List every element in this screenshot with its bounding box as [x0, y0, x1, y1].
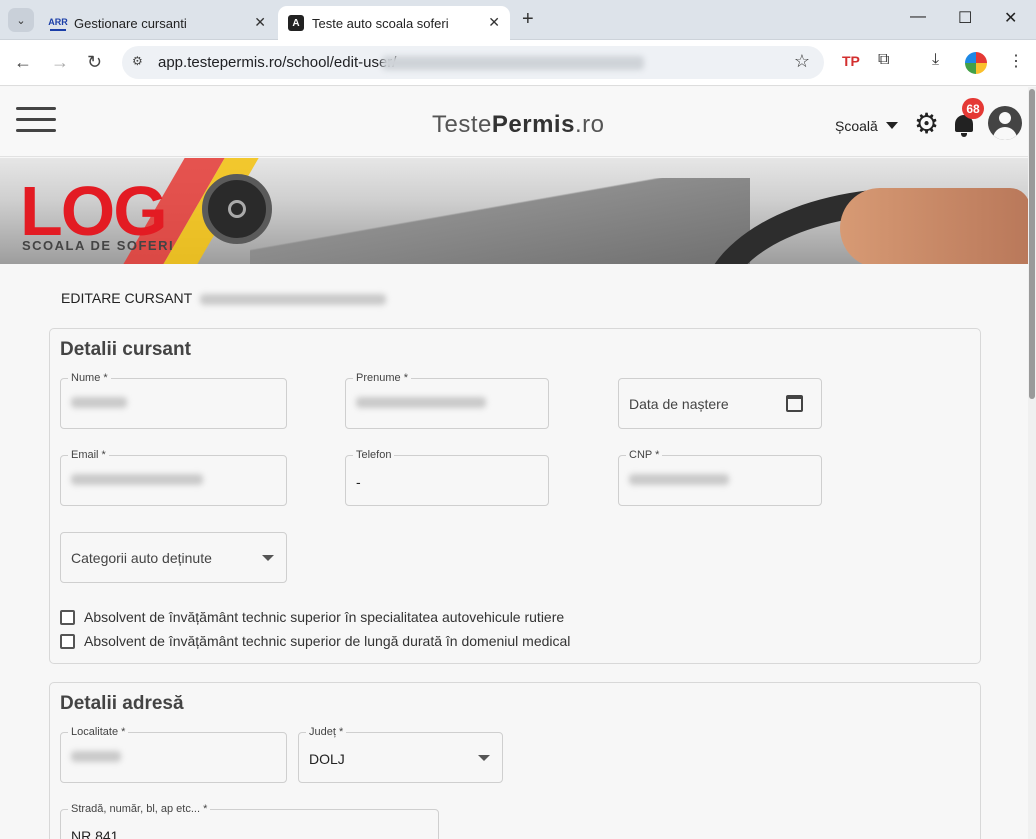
birthdate-field[interactable]: Data de naștere	[618, 378, 822, 429]
bookmark-star-icon[interactable]: ☆	[794, 51, 810, 72]
forward-arrow-icon[interactable]: →	[51, 52, 69, 73]
gear-icon[interactable]: ⚙	[914, 110, 939, 138]
tab-title: Gestionare cursanti	[74, 15, 187, 31]
section-title: Detalii adresă	[60, 693, 184, 714]
close-window-icon[interactable]: ✕	[1004, 8, 1017, 28]
email-field[interactable]: Email *	[60, 449, 287, 506]
browser-menu-icon[interactable]: ⋮	[1008, 51, 1024, 71]
tab-favicon-icon: ARR	[48, 15, 68, 31]
hand-image	[840, 188, 1028, 264]
new-tab-button[interactable]: +	[522, 8, 534, 31]
minimize-icon[interactable]: —	[910, 8, 926, 26]
field-label: Județ *	[306, 726, 347, 738]
dropdown-arrow-icon[interactable]	[478, 755, 490, 761]
tab-title: Teste auto scoala soferi	[312, 15, 449, 31]
download-icon[interactable]: ⤓	[932, 51, 939, 69]
school-menu-label[interactable]: Școală	[835, 118, 878, 134]
extension-tp-icon[interactable]: TP	[842, 53, 860, 69]
field-label: Stradă, număr, bl, ap etc... *	[68, 803, 211, 815]
brand-suffix: .ro	[574, 111, 605, 138]
field-label: Nume *	[68, 372, 111, 384]
nume-value-redacted	[71, 397, 127, 408]
tab-close-icon[interactable]: ✕	[254, 14, 266, 31]
field-label: Telefon	[353, 449, 395, 461]
page-title-text: EDITARE CURSANT	[61, 290, 192, 306]
section-title: Detalii cursant	[60, 339, 191, 360]
checkbox-label: Absolvent de învățământ technic superior…	[84, 609, 565, 625]
page-scrollbar[interactable]	[1028, 87, 1036, 839]
reload-icon[interactable]: ↻	[87, 52, 102, 73]
road-image	[250, 178, 750, 264]
field-label: CNP *	[626, 449, 663, 461]
checkbox-medical[interactable]: Absolvent de învățământ technic superior…	[60, 633, 570, 649]
app-header: TestePermis.ro Școală ⚙	[0, 87, 1028, 157]
url-redacted	[382, 56, 644, 70]
brand-light: Teste	[432, 111, 492, 138]
field-placeholder: Data de naștere	[629, 396, 729, 412]
address-details-card: Detalii adresă Localitate * Județ * DOLJ…	[49, 682, 981, 839]
extensions-puzzle-icon[interactable]: ⧉	[878, 51, 889, 69]
localitate-field[interactable]: Localitate *	[60, 726, 287, 783]
localitate-value-redacted	[71, 751, 121, 762]
account-avatar-icon[interactable]	[988, 106, 1022, 140]
site-info-icon[interactable]: ⚙	[132, 54, 143, 68]
hero-banner: LOG SCOALA DE SOFERI	[0, 158, 1028, 264]
telefon-value: -	[356, 474, 361, 490]
tab-favicon-icon: A	[288, 15, 304, 31]
categories-select[interactable]: Categorii auto deținute	[60, 532, 287, 583]
judet-value: DOLJ	[309, 751, 345, 767]
nume-field[interactable]: Nume *	[60, 372, 287, 429]
page-title: EDITARE CURSANT	[61, 290, 386, 306]
prenume-field[interactable]: Prenume *	[345, 372, 549, 429]
strada-field[interactable]: Stradă, număr, bl, ap etc... * NR.841	[60, 803, 439, 839]
tab-teste-auto[interactable]: A Teste auto scoala soferi ✕	[278, 6, 510, 40]
prenume-value-redacted	[356, 397, 486, 408]
field-label: Localitate *	[68, 726, 129, 738]
hamburger-menu-icon[interactable]	[16, 107, 56, 133]
address-bar[interactable]: ⚙ app.testepermis.ro/school/edit-user/ ☆	[122, 46, 824, 79]
school-logo: LOG	[20, 172, 168, 250]
browser-tabstrip: ⌄ ARR Gestionare cursanti ✕ A Teste auto…	[0, 0, 1036, 40]
field-label: Prenume *	[353, 372, 411, 384]
cnp-field[interactable]: CNP *	[618, 449, 822, 506]
scrollbar-thumb[interactable]	[1029, 89, 1035, 399]
checkbox-box[interactable]	[60, 633, 75, 649]
checkbox-autovehicule[interactable]: Absolvent de învățământ technic superior…	[60, 609, 564, 625]
tab-close-icon[interactable]: ✕	[488, 14, 500, 31]
chevron-down-icon[interactable]	[886, 122, 898, 129]
school-logo-subtitle: SCOALA DE SOFERI	[22, 238, 175, 253]
profile-avatar-icon[interactable]	[965, 52, 987, 74]
browser-toolbar: ← → ↻ ⚙ app.testepermis.ro/school/edit-u…	[0, 40, 1036, 86]
tab-gestionare-cursanti[interactable]: ARR Gestionare cursanti ✕	[40, 6, 276, 40]
back-arrow-icon[interactable]: ←	[14, 52, 32, 73]
url-text: app.testepermis.ro/school/edit-user/	[158, 54, 397, 71]
checkbox-label: Absolvent de învățământ technic superior…	[84, 633, 571, 649]
dropdown-arrow-icon[interactable]	[262, 555, 274, 561]
telefon-field[interactable]: Telefon -	[345, 449, 549, 506]
judet-select[interactable]: Județ * DOLJ	[298, 726, 503, 783]
calendar-icon[interactable]	[786, 395, 803, 412]
maximize-icon[interactable]: ☐	[958, 8, 972, 28]
cnp-value-redacted	[629, 474, 729, 485]
checkbox-box[interactable]	[60, 609, 75, 625]
field-placeholder: Categorii auto deținute	[71, 550, 212, 566]
logo-steering-wheel-icon	[202, 174, 272, 244]
brand-bold: Permis	[491, 111, 575, 138]
notification-count-badge: 68	[962, 98, 984, 119]
brand-logo[interactable]: TestePermis.ro	[432, 111, 604, 139]
strada-value: NR.841	[71, 828, 119, 839]
email-value-redacted	[71, 474, 203, 485]
field-label: Email *	[68, 449, 109, 461]
student-name-redacted	[199, 293, 386, 305]
tab-search-button[interactable]: ⌄	[8, 8, 34, 32]
